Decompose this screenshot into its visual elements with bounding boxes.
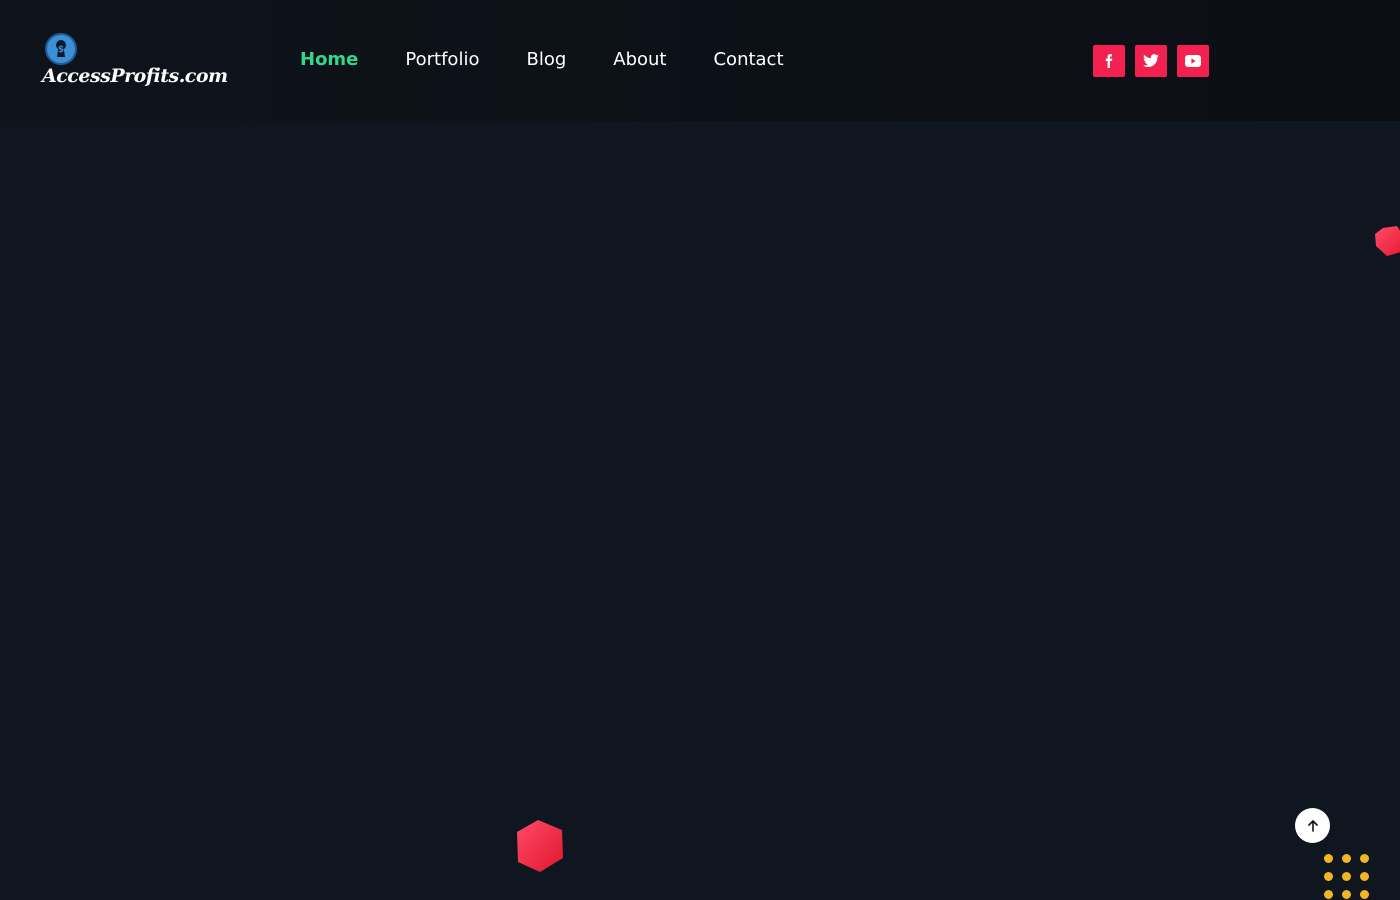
dollar-keyhole-icon: $ <box>45 33 77 65</box>
site-logo[interactable]: $ AccessProfits.com <box>42 33 242 88</box>
nav-item-portfolio[interactable]: Portfolio <box>405 48 479 72</box>
decorative-hexagon <box>1375 226 1400 256</box>
facebook-icon <box>1105 54 1113 68</box>
nav-item-blog[interactable]: Blog <box>526 48 566 72</box>
nav-item-home[interactable]: Home <box>300 48 358 72</box>
youtube-icon <box>1185 55 1201 67</box>
nav-item-contact[interactable]: Contact <box>713 48 783 72</box>
twitter-icon <box>1143 54 1159 67</box>
nav-item-about[interactable]: About <box>613 48 666 72</box>
main-nav: Home Portfolio Blog About Contact <box>300 48 831 72</box>
brand-name: AccessProfits.com <box>42 65 228 87</box>
twitter-button[interactable] <box>1135 45 1167 77</box>
youtube-button[interactable] <box>1177 45 1209 77</box>
site-header: $ AccessProfits.com Home Portfolio Blog … <box>0 0 1400 121</box>
social-links <box>1093 45 1219 77</box>
scroll-to-top-button[interactable] <box>1295 808 1330 843</box>
decorative-dot-grid <box>1320 850 1372 900</box>
svg-text:$: $ <box>58 45 64 55</box>
arrow-up-icon <box>1307 819 1318 832</box>
decorative-hexagon <box>517 820 563 872</box>
facebook-button[interactable] <box>1093 45 1125 77</box>
